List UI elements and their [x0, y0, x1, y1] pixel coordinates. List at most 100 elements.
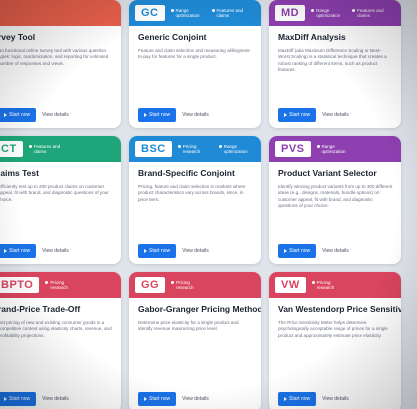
start-now-label: Start now [149, 248, 171, 254]
method-code-badge: PVS [275, 141, 311, 157]
card-actions: Start now View details [0, 392, 113, 406]
category-tag-label: Features and claims [216, 7, 244, 19]
play-icon [4, 397, 7, 401]
card-description: Set pricing of new and existing consumer… [0, 320, 112, 338]
card-banner: GG Pricing research [129, 272, 261, 298]
tag-dot-icon [177, 144, 181, 148]
card-actions: Start now View details [0, 108, 113, 122]
method-code-badge: GC [135, 5, 165, 21]
card-title: rvey Tool [0, 32, 36, 42]
card-body: rand-Price Trade-Off Set pricing of new … [0, 298, 121, 409]
method-code-badge: BSC [135, 141, 172, 157]
tag-dot-icon [316, 144, 320, 148]
card-body: Brand-Specific Conjoint Pricing, feature… [129, 162, 261, 264]
start-now-label: Start now [9, 396, 31, 402]
category-tag: Range optimization [218, 144, 255, 155]
category-tag: Range optimization [311, 8, 347, 19]
start-now-button[interactable]: Start now [138, 244, 177, 258]
start-now-button[interactable]: Start now [0, 244, 37, 258]
play-icon [144, 113, 147, 117]
method-card: BPTO Pricing research rand-Price Trade-O… [0, 272, 121, 409]
view-details-link[interactable]: View details [322, 248, 349, 254]
card-actions: Start now View details [278, 244, 393, 258]
card-description: Efficiently test up to 200 product claim… [0, 184, 109, 202]
start-now-label: Start now [289, 248, 311, 254]
card-banner: BPTO Pricing research [0, 272, 121, 298]
start-now-button[interactable]: Start now [138, 392, 177, 406]
tag-list: Range optimization [316, 144, 353, 155]
category-tag: Pricing research [177, 143, 214, 155]
card-title: laims Test [0, 168, 39, 178]
card-description: Pricing, feature and claim selection in … [138, 184, 246, 202]
card-title: Product Variant Selector [278, 168, 377, 178]
category-tag: Features and claims [352, 8, 388, 19]
tag-dot-icon [45, 280, 49, 284]
view-details-link[interactable]: View details [322, 112, 349, 118]
view-details-link[interactable]: View details [42, 112, 69, 118]
card-description: Determine price elasticity for a single … [138, 320, 239, 332]
card-banner: PVS Range optimization [269, 136, 401, 162]
card-description: The Price Sensitivity Meter helps determ… [278, 320, 388, 338]
start-now-label: Start now [9, 248, 31, 254]
view-details-link[interactable]: View details [42, 396, 69, 402]
view-details-link[interactable]: View details [182, 248, 209, 254]
card-actions: Start now View details [0, 244, 113, 258]
category-tag-label: Pricing research [50, 279, 68, 291]
play-icon [4, 113, 7, 117]
start-now-label: Start now [289, 396, 311, 402]
card-actions: Start now View details [138, 244, 253, 258]
tag-dot-icon [352, 8, 356, 12]
tag-list: Range optimization Features and claims [311, 8, 388, 19]
category-tag-label: Pricing research [176, 279, 194, 291]
view-details-link[interactable]: View details [182, 112, 209, 118]
card-description: MaxDiff (aka Maximum Difference Scaling … [278, 48, 387, 73]
view-details-link[interactable]: View details [322, 396, 349, 402]
start-now-button[interactable]: Start now [278, 392, 317, 406]
card-grid: rvey Tool No functional online survey to… [0, 0, 401, 409]
card-description: No functional online survey tool with va… [0, 48, 109, 66]
card-banner [0, 0, 121, 26]
tag-list: Pricing research [45, 280, 81, 291]
tag-dot-icon [28, 144, 32, 148]
start-now-button[interactable]: Start now [0, 392, 37, 406]
play-icon [284, 397, 287, 401]
tag-dot-icon [171, 280, 175, 284]
start-now-label: Start now [149, 112, 171, 118]
method-code-badge: BPTO [0, 277, 40, 293]
card-body: Van Westendorp Price Sensitivity Meter T… [269, 298, 401, 409]
start-now-button[interactable]: Start now [0, 108, 37, 122]
method-code-badge: GG [135, 277, 166, 293]
category-tag-label: Range optimization [175, 7, 200, 19]
start-now-button[interactable]: Start now [138, 108, 177, 122]
card-title: Generic Conjoint [138, 32, 207, 42]
card-banner: GC Range optimization Features and claims [129, 0, 261, 26]
method-code-badge: VW [275, 277, 306, 293]
method-card: rvey Tool No functional online survey to… [0, 0, 121, 128]
card-title: Gabor-Granger Pricing Method [138, 304, 261, 314]
card-body: Product Variant Selector Identify winnin… [269, 162, 401, 264]
start-now-button[interactable]: Start now [278, 108, 317, 122]
category-tag: Pricing research [171, 280, 207, 291]
method-card: BSC Pricing research Range optimization B… [129, 136, 261, 264]
method-code-badge: MD [275, 5, 306, 21]
category-tag-label: Pricing research [182, 143, 201, 155]
method-card: VW Pricing research Van Westendorp Price… [269, 272, 401, 409]
category-tag: Pricing research [311, 279, 348, 291]
view-details-link[interactable]: View details [42, 248, 69, 254]
method-card: GG Pricing research Gabor-Granger Pricin… [129, 272, 261, 409]
play-icon [144, 249, 147, 253]
category-tag: Range optimization [170, 7, 207, 19]
start-now-button[interactable]: Start now [278, 244, 317, 258]
tag-list: Pricing research Range optimization [177, 143, 255, 155]
card-title: Van Westendorp Price Sensitivity Meter [278, 304, 401, 314]
page-viewport: rvey Tool No functional online survey to… [0, 0, 417, 409]
category-tag-label: Features and claims [33, 143, 61, 155]
card-actions: Start now View details [138, 392, 253, 406]
card-body: laims Test Efficiently test up to 200 pr… [0, 162, 121, 264]
view-details-link[interactable]: View details [182, 396, 209, 402]
card-description: Identify winning product variants from u… [278, 184, 393, 209]
category-tag-label: Pricing research [316, 279, 335, 291]
card-banner: VW Pricing research [269, 272, 401, 298]
category-tag: Pricing research [45, 280, 81, 291]
tag-list: Pricing research [171, 280, 207, 291]
